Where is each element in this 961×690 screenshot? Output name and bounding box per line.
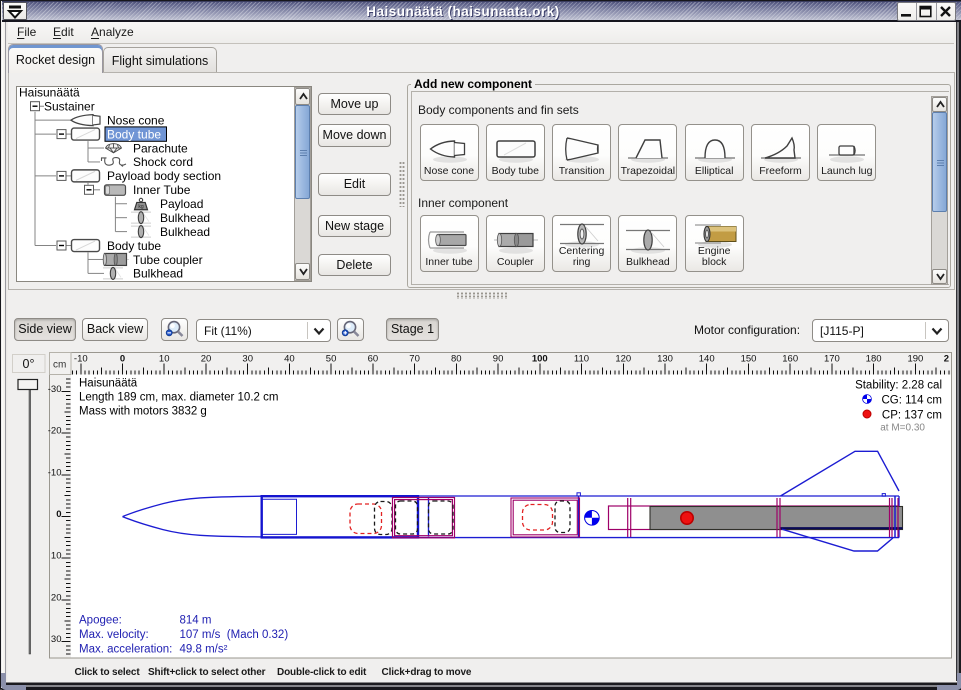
- svg-text:Tube coupler: Tube coupler: [133, 253, 203, 267]
- svg-text:170: 170: [824, 354, 840, 365]
- svg-text:110: 110: [574, 354, 589, 365]
- svg-text:Max. acceleration:: Max. acceleration:: [79, 644, 172, 656]
- svg-text:50: 50: [326, 354, 337, 365]
- svg-text:Max. velocity:: Max. velocity:: [79, 629, 149, 641]
- svg-text:CG: 114 cm: CG: 114 cm: [882, 395, 943, 407]
- svg-text:-30: -30: [48, 384, 62, 395]
- svg-text:Body tube: Body tube: [107, 239, 161, 253]
- svg-text:10: 10: [159, 354, 170, 365]
- svg-text:Sustainer: Sustainer: [44, 100, 95, 114]
- svg-text:70: 70: [409, 354, 420, 365]
- svg-text:190: 190: [907, 354, 923, 365]
- svg-text:100: 100: [532, 354, 548, 365]
- svg-text:Bulkhead: Bulkhead: [160, 211, 210, 225]
- svg-text:-10: -10: [74, 354, 88, 365]
- svg-text:CP: 137 cm: CP: 137 cm: [882, 410, 942, 422]
- svg-text:Mass with motors 3832 g: Mass with motors 3832 g: [79, 406, 207, 418]
- svg-text:Apogee:: Apogee:: [79, 615, 122, 627]
- svg-text:Haisunäätä: Haisunäätä: [19, 87, 80, 100]
- svg-text:Nose cone: Nose cone: [107, 114, 165, 128]
- svg-text:-20: -20: [48, 426, 62, 437]
- svg-text:814 m: 814 m: [180, 615, 212, 627]
- svg-text:-10: -10: [48, 467, 62, 478]
- svg-text:10: 10: [51, 551, 62, 562]
- svg-text:Bulkhead: Bulkhead: [133, 267, 183, 281]
- svg-text:Length 189 cm, max. diameter 1: Length 189 cm, max. diameter 10.2 cm: [79, 392, 278, 404]
- svg-text:30: 30: [242, 354, 253, 365]
- svg-text:140: 140: [699, 354, 715, 365]
- svg-text:Payload: Payload: [160, 197, 203, 211]
- svg-text:80: 80: [451, 354, 462, 365]
- svg-text:0: 0: [56, 509, 61, 520]
- svg-text:Bulkhead: Bulkhead: [160, 225, 210, 239]
- svg-text:2: 2: [944, 354, 949, 365]
- svg-text:Haisunäätä: Haisunäätä: [79, 378, 138, 390]
- svg-text:20: 20: [51, 593, 62, 604]
- svg-text:160: 160: [782, 354, 798, 365]
- svg-text:130: 130: [657, 354, 673, 365]
- svg-text:Payload body section: Payload body section: [107, 169, 221, 183]
- svg-text:Shock cord: Shock cord: [133, 155, 193, 169]
- svg-text:at M=0.30: at M=0.30: [880, 423, 925, 434]
- svg-text:150: 150: [741, 354, 757, 365]
- svg-text:107 m/s (Mach 0.32): 107 m/s (Mach 0.32): [180, 629, 289, 641]
- svg-text:180: 180: [866, 354, 882, 365]
- svg-text:120: 120: [615, 354, 631, 365]
- svg-text:Body tube: Body tube: [107, 127, 161, 141]
- svg-text:49.8 m/s²: 49.8 m/s²: [180, 644, 228, 656]
- svg-text:30: 30: [51, 634, 62, 645]
- svg-text:0: 0: [120, 354, 125, 365]
- svg-text:60: 60: [368, 354, 379, 365]
- svg-text:kg: kg: [138, 204, 144, 210]
- svg-text:Inner Tube: Inner Tube: [133, 183, 191, 197]
- svg-text:90: 90: [493, 354, 504, 365]
- svg-text:0°: 0°: [23, 357, 35, 371]
- svg-text:cm: cm: [53, 360, 66, 371]
- svg-text:Parachute: Parachute: [133, 141, 188, 155]
- svg-text:20: 20: [201, 354, 212, 365]
- svg-text:40: 40: [284, 354, 295, 365]
- svg-text:Stability: 2.28 cal: Stability: 2.28 cal: [855, 380, 942, 392]
